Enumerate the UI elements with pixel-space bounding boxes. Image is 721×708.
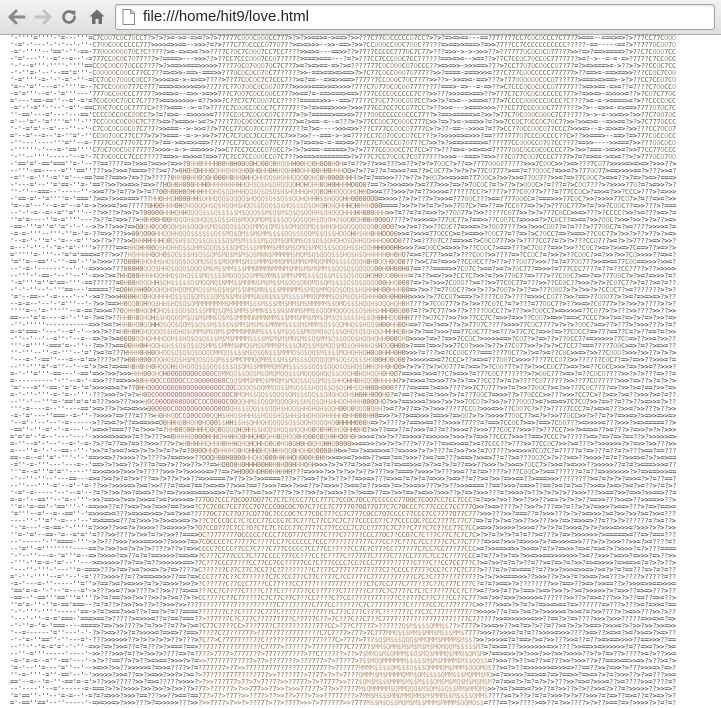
address-bar[interactable]: file:///home/hit9/love.html: [115, 4, 715, 30]
url-text: file:///home/hit9/love.html: [143, 8, 309, 25]
reload-button[interactable]: [58, 6, 80, 28]
home-icon: [89, 9, 105, 24]
reload-icon: [62, 10, 76, 24]
forward-arrow-icon: [34, 9, 52, 25]
ascii-art-image: '-''''=''''-'=---'''=C7COO7COC7OCC7?>?>?…: [10, 35, 677, 707]
document-icon: [122, 9, 135, 25]
page-content: '-''''=''''-'=---'''=C7COO7COC7OCC7?>?>?…: [0, 35, 721, 708]
home-button[interactable]: [86, 6, 108, 28]
forward-button[interactable]: [32, 6, 54, 28]
browser-toolbar: file:///home/hit9/love.html: [0, 0, 721, 35]
back-button[interactable]: [6, 6, 28, 28]
back-arrow-icon: [8, 9, 26, 25]
